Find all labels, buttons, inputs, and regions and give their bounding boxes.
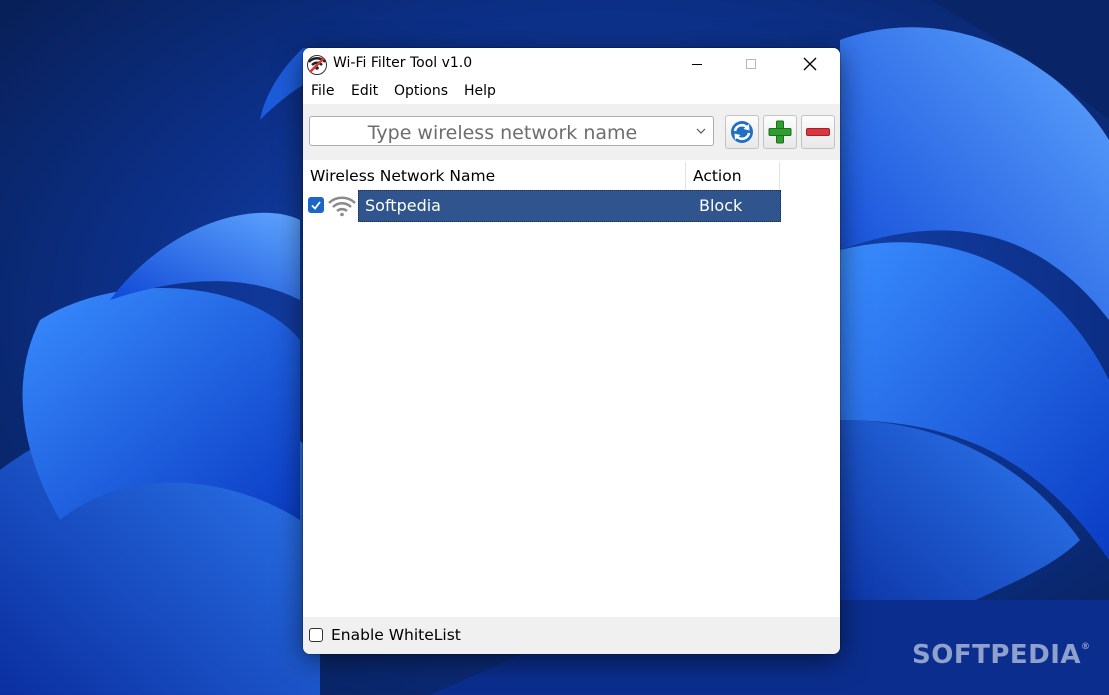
list-item[interactable]: Softpedia Block [303,190,781,222]
footer-bar: Enable WhiteList [303,617,840,654]
toolbar: Type wireless network name [303,104,840,160]
refresh-button[interactable] [725,115,759,149]
column-header-network-name-label: Wireless Network Name [310,167,496,185]
column-header-action-label: Action [693,167,742,185]
row-network-name: Softpedia [365,196,441,215]
row-checkbox[interactable] [308,197,324,213]
chevron-down-icon[interactable] [695,125,707,137]
remove-network-button[interactable] [801,115,835,149]
row-action: Block [699,196,743,215]
add-network-button[interactable] [763,115,797,149]
app-window: Wi-Fi Filter Tool v1.0 File Edit Options… [303,48,840,654]
maximize-icon [746,59,756,69]
column-header-action[interactable]: Action [686,162,780,190]
network-list[interactable]: Wireless Network Name Action Softpedia B… [303,160,840,617]
menu-options[interactable]: Options [394,83,448,99]
menu-file[interactable]: File [311,83,334,99]
column-header-network-name[interactable]: Wireless Network Name [303,162,686,190]
minimize-icon [692,64,702,65]
add-icon [768,120,792,144]
checkmark-icon [311,201,321,210]
remove-icon [806,128,830,136]
enable-whitelist-checkbox[interactable] [309,628,323,642]
maximize-button[interactable] [728,48,774,80]
wifi-icon [328,196,356,217]
menu-bar: File Edit Options Help [303,80,840,104]
menu-edit[interactable]: Edit [351,83,378,99]
menu-help[interactable]: Help [464,83,496,99]
network-name-combobox[interactable]: Type wireless network name [309,116,714,146]
refresh-icon [731,121,753,143]
window-title: Wi-Fi Filter Tool v1.0 [333,55,473,71]
title-bar[interactable]: Wi-Fi Filter Tool v1.0 [303,48,840,80]
minimize-button[interactable] [674,48,720,80]
enable-whitelist-label[interactable]: Enable WhiteList [331,626,461,644]
wifi-filter-app-icon [307,55,327,75]
softpedia-watermark: SOFTPEDIA® [912,640,1091,670]
network-name-placeholder: Type wireless network name [367,122,638,144]
close-icon [803,57,817,71]
close-button[interactable] [787,48,833,80]
